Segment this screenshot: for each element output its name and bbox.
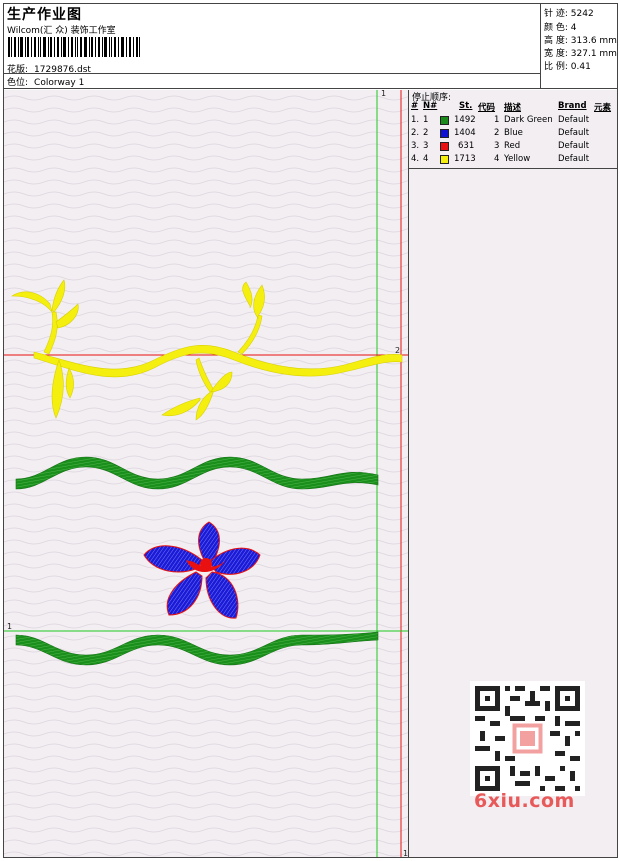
barcode [8, 37, 140, 57]
color-swatch-yellow [440, 155, 449, 164]
guide-label-v1: 1 [381, 90, 386, 98]
colorway-value: Colorway 1 [34, 78, 85, 88]
color-swatch-red [440, 142, 449, 151]
colorway-label: 色位: [7, 78, 29, 88]
stat-width: 宽 度: 327.1 mm [544, 49, 617, 59]
guide-label-v2: 1 [403, 849, 408, 857]
qr-code [470, 681, 585, 796]
header-divider [3, 73, 540, 74]
design-canvas: 1 2 1 1 [4, 90, 409, 857]
col-header-brand: Brand [558, 101, 587, 111]
table-row: 1. 1 1492 1 Dark Green Default [411, 115, 590, 125]
col-header-code: 代码 [478, 103, 496, 113]
stat-colors: 颜 色: 4 [544, 23, 577, 33]
main-divider [3, 88, 618, 89]
stat-stitches: 针 迹: 5242 [544, 9, 594, 19]
table-row: 4. 4 1713 4 Yellow Default [411, 154, 590, 164]
watermark-logo: 6xiu.com [474, 790, 575, 812]
stats-box: 针 迹: 5242 颜 色: 4 高 度: 313.6 mm 宽 度: 327.… [540, 3, 619, 89]
guide-label-h1: 1 [7, 622, 12, 631]
stat-height: 高 度: 313.6 mm [544, 36, 617, 46]
stat-scale: 比 例: 0.41 [544, 62, 591, 72]
color-swatch-blue [440, 129, 449, 138]
colorway-line: 色位: Colorway 1 [7, 75, 84, 88]
guide-label-h2: 2 [395, 346, 400, 355]
page-title: 生产作业图 [7, 7, 82, 23]
studio-name: Wilcom(汇 众) 装饰工作室 [7, 26, 116, 36]
table-row: 2. 2 1404 2 Blue Default [411, 128, 590, 138]
col-header-needle: N# [423, 101, 438, 111]
col-header-index: # [411, 101, 419, 111]
embroidery-preview: 1 2 1 1 [4, 90, 408, 857]
col-header-stitches: St. [459, 101, 473, 111]
table-row: 3. 3 631 3 Red Default [411, 141, 590, 151]
col-header-element: 元素 [594, 103, 612, 113]
col-header-description: 描述 [504, 103, 522, 113]
table-bottom-divider [409, 168, 618, 169]
color-swatch-dark-green [440, 116, 449, 125]
